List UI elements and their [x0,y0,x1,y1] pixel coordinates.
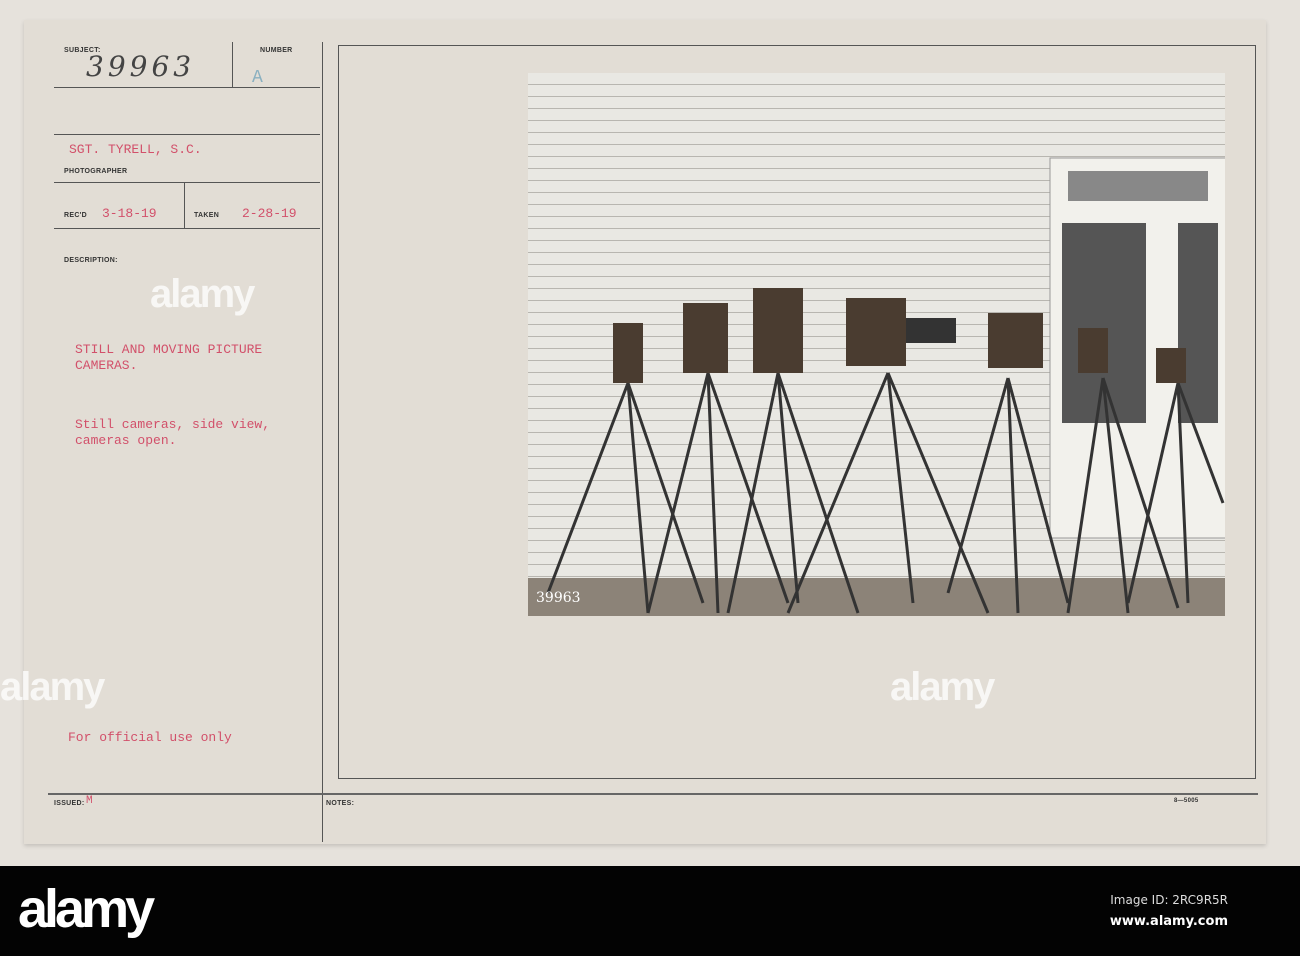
description-body-2: cameras open. [75,433,177,448]
negative-number: 39963 [536,590,581,606]
description-body-1: Still cameras, side view, [75,417,271,432]
cameras-on-tripods-illustration [528,157,1225,616]
subject-number: 39963 [86,50,196,83]
photographer-label: PHOTOGRAPHER [64,168,128,175]
number-label: NUMBER [260,47,293,54]
description-title-1: STILL AND MOVING PICTURE [75,342,263,357]
camera-photograph: 39963 [528,73,1225,616]
photographer-name: SGT. TYRELL, S.C. [69,142,202,157]
taken-label: TAKEN [194,212,220,219]
issued-value: M [86,795,93,807]
image-id: Image ID: 2RC9R5R [1110,893,1228,907]
watermark-logo: alamy [890,665,995,709]
taken-date: 2-28-19 [242,206,297,221]
recd-date: 3-18-19 [102,206,157,221]
alamy-url[interactable]: www.alamy.com [1110,914,1228,929]
notes-label: NOTES: [326,800,355,807]
issued-label: ISSUED: [54,800,85,807]
alamy-logo: alamy [18,879,155,939]
archive-card: SUBJECT: 39963 NUMBER A SGT. TYRELL, S.C… [24,20,1266,844]
form-code: 8—5005 [1174,798,1199,804]
official-use-text: For official use only [68,730,232,745]
recd-label: REC'D [64,212,87,219]
watermark-logo: alamy [150,272,255,316]
number-value: A [252,68,263,88]
watermark-logo: alamy [0,665,105,709]
description-title-2: CAMERAS. [75,358,138,373]
description-label: DESCRIPTION: [64,257,118,264]
footer-bar: alamy Image ID: 2RC9R5R www.alamy.com [0,866,1300,956]
